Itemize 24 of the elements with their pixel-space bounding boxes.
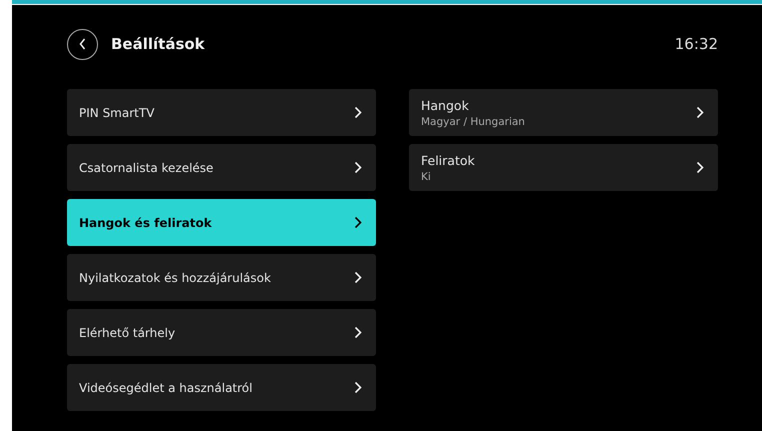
option-title: Feliratok [421, 152, 475, 168]
settings-menu-item[interactable]: Videósegédlet a használatról [67, 364, 376, 411]
chevron-right-icon [696, 106, 704, 119]
settings-menu-item[interactable]: PIN SmartTV [67, 89, 376, 136]
option-title: Hangok [421, 98, 470, 112]
settings-menu-item[interactable]: Csatornalista kezelése [67, 144, 376, 191]
chevron-left-icon [79, 38, 86, 50]
clock-time: 16:32 [674, 35, 718, 53]
chevron-right-icon [354, 381, 362, 394]
option-value: Ki [421, 170, 432, 182]
chevron-right-icon [354, 271, 362, 284]
settings-menu-item[interactable]: Elérhető tárhely [67, 309, 376, 356]
settings-menu-item[interactable]: Nyilatkozatok és hozzájárulások [67, 254, 376, 301]
settings-option[interactable]: Hangok Magyar / Hungarian [409, 89, 718, 136]
page-title: Beállítások [111, 35, 206, 53]
settings-option[interactable]: Feliratok Ki [409, 144, 718, 191]
chevron-right-icon [696, 161, 704, 174]
chevron-right-icon [354, 106, 362, 119]
settings-menu-item[interactable]: Hangok és feliratok [67, 199, 376, 246]
option-value: Magyar / Hungarian [421, 116, 525, 128]
chevron-right-icon [354, 216, 362, 229]
chevron-right-icon [354, 326, 362, 339]
back-button[interactable] [67, 28, 98, 60]
chevron-right-icon [354, 161, 362, 174]
